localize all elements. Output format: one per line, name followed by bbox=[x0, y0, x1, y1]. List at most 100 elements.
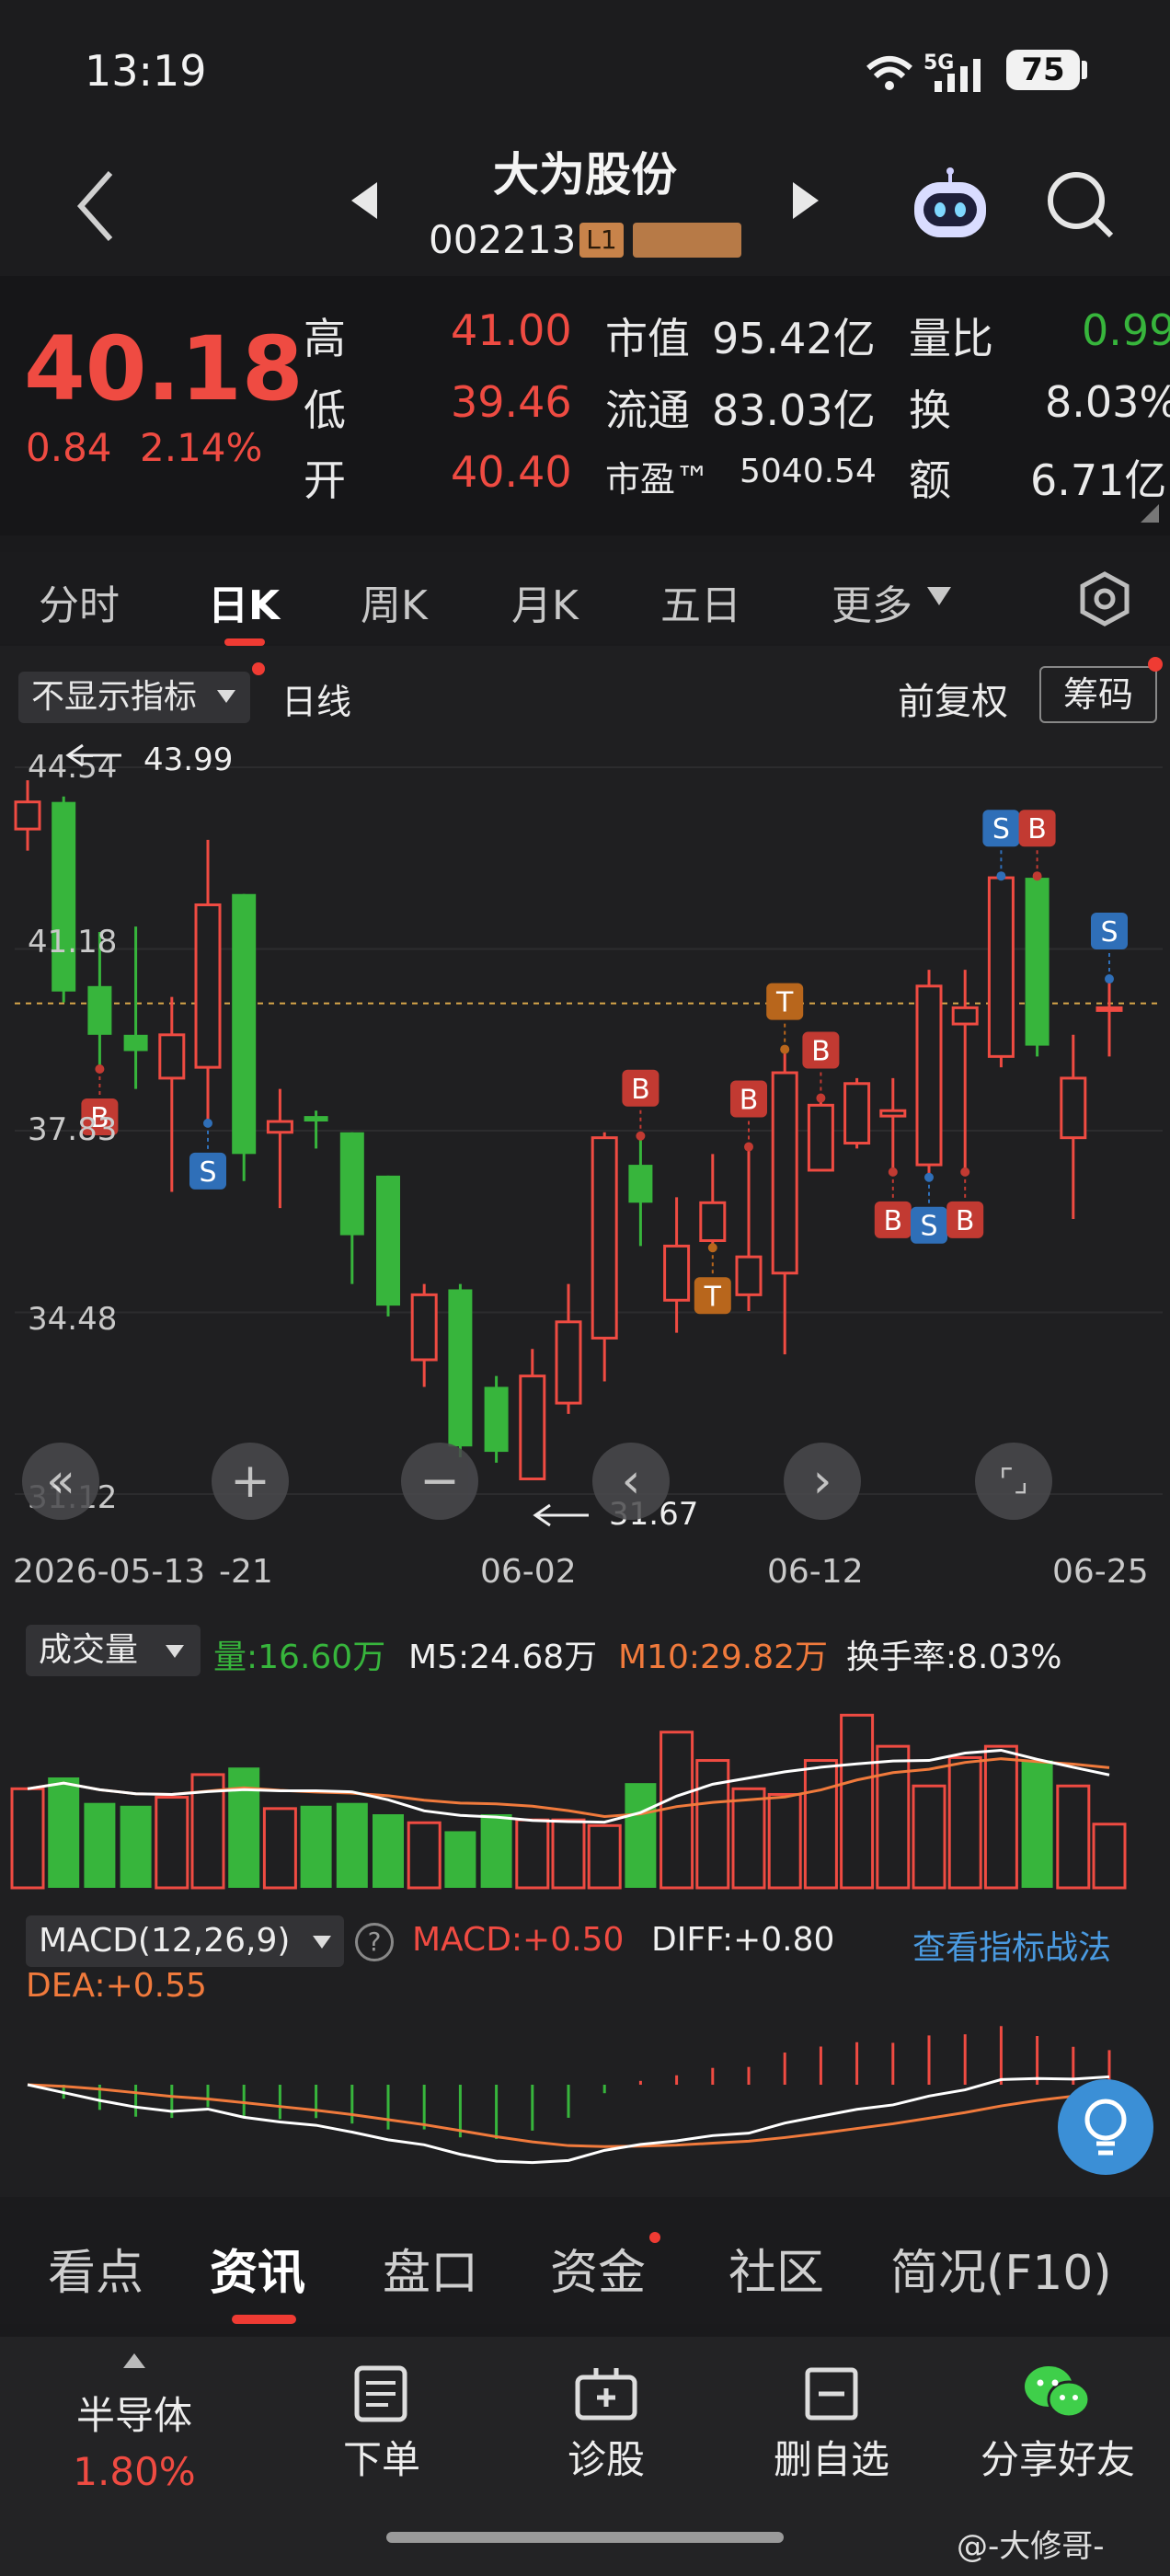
candle-body bbox=[232, 893, 257, 1155]
settings-icon[interactable] bbox=[1076, 570, 1133, 627]
candle-body bbox=[1025, 878, 1050, 1046]
pe-value: 5040.54 bbox=[740, 453, 877, 490]
marker-dot bbox=[996, 871, 1006, 881]
volume-bar bbox=[84, 1802, 116, 1888]
max-arrow-icon bbox=[65, 743, 121, 767]
volume-m10: M10:29.82万 bbox=[618, 1639, 829, 1676]
active-tab-underline bbox=[232, 2315, 296, 2324]
tab-intraday[interactable]: 分时 bbox=[39, 572, 120, 631]
candle-body bbox=[555, 1320, 582, 1405]
candle-body bbox=[484, 1386, 509, 1453]
sector-name[interactable]: 半导体 bbox=[37, 2385, 232, 2441]
candle-body bbox=[158, 1033, 186, 1080]
search-icon[interactable] bbox=[1045, 169, 1115, 239]
indicator-strategy-link[interactable]: 查看指标战法 bbox=[912, 1921, 1111, 1969]
sector-change: 1.80% bbox=[73, 2449, 196, 2494]
candle-body bbox=[448, 1289, 473, 1447]
expand-corner-icon[interactable] bbox=[1141, 504, 1159, 523]
scroll-start-button[interactable]: « bbox=[22, 1443, 99, 1520]
candle-body bbox=[915, 984, 943, 1167]
tab-capital[interactable]: 资金 bbox=[550, 2234, 646, 2303]
share-friends-button[interactable]: 分享好友 bbox=[968, 2429, 1148, 2485]
candle-body bbox=[591, 1136, 618, 1340]
notification-dot bbox=[252, 662, 265, 675]
volume-bar bbox=[10, 1787, 45, 1890]
home-indicator[interactable] bbox=[386, 2532, 784, 2543]
volume-bar bbox=[912, 1784, 946, 1890]
lightbulb-icon bbox=[1084, 2099, 1127, 2156]
adjust-toggle[interactable]: 前复权 bbox=[898, 672, 1008, 725]
tab-more[interactable]: 更多 bbox=[832, 572, 912, 631]
candle-body bbox=[123, 1034, 148, 1052]
watermark: @-大修哥- bbox=[957, 2528, 1105, 2565]
volume-bar bbox=[120, 1805, 152, 1888]
indicator-dropdown-label: 不显示指标 bbox=[31, 678, 198, 716]
candle-body bbox=[699, 1201, 727, 1243]
trade-marker-label: B bbox=[631, 1074, 650, 1106]
trade-marker-label: S bbox=[920, 1211, 937, 1243]
max-price-annotation: 43.99 bbox=[143, 742, 234, 778]
trade-marker-label: B bbox=[740, 1085, 759, 1117]
period-label: 日线 bbox=[281, 682, 352, 722]
candle-body bbox=[771, 1071, 798, 1275]
tab-community[interactable]: 社区 bbox=[728, 2234, 824, 2303]
volume-bar bbox=[515, 1818, 550, 1890]
diagnose-button[interactable]: 诊股 bbox=[528, 2429, 684, 2485]
volume-bar bbox=[444, 1831, 476, 1888]
macd-indicator-dropdown[interactable]: MACD(12,26,9) bbox=[26, 1915, 344, 1967]
volume-chart[interactable] bbox=[0, 1684, 1170, 1895]
volume-dropdown-label: 成交量 bbox=[39, 1631, 139, 1669]
tab-f10-profile[interactable]: 简况(F10) bbox=[890, 2234, 1112, 2303]
price-change-pct: 2.14% bbox=[140, 425, 263, 470]
remove-watchlist-button[interactable]: 删自选 bbox=[749, 2429, 914, 2485]
tab-monthly-k[interactable]: 月K bbox=[511, 572, 579, 631]
stock-name: 大为股份 bbox=[493, 148, 677, 201]
candle-body bbox=[1060, 1076, 1087, 1140]
date-axis-label: 06-02 bbox=[480, 1553, 577, 1591]
marker-dot bbox=[1032, 871, 1042, 881]
help-icon[interactable]: ? bbox=[355, 1923, 394, 1961]
marker-dot bbox=[744, 1142, 753, 1152]
candle-body bbox=[52, 801, 76, 992]
macd-value: MACD:+0.50 bbox=[412, 1921, 625, 1959]
candle-body bbox=[879, 1109, 907, 1118]
chevron-down-icon bbox=[927, 587, 951, 605]
chevron-down-icon bbox=[313, 1936, 331, 1949]
order-button[interactable]: 下单 bbox=[304, 2429, 460, 2485]
tab-order-book[interactable]: 盘口 bbox=[383, 2234, 478, 2303]
candlestick-chart[interactable]: BSBTBTBB S BS BS bbox=[0, 736, 1170, 1564]
tab-highlights[interactable]: 看点 bbox=[48, 2234, 143, 2303]
high-label: 高 bbox=[304, 314, 346, 363]
trade-marker-label: B bbox=[956, 1205, 975, 1237]
candle-body bbox=[304, 1116, 328, 1121]
fullscreen-button[interactable]: ⌜⌟ bbox=[975, 1443, 1052, 1520]
marker-dot bbox=[95, 1064, 105, 1075]
low-label: 低 bbox=[304, 385, 346, 435]
scroll-left-button[interactable]: ‹ bbox=[592, 1443, 670, 1520]
chip-distribution-button[interactable]: 筹码 bbox=[1039, 666, 1157, 723]
zoom-out-button[interactable]: − bbox=[401, 1443, 478, 1520]
volume-bar bbox=[767, 1792, 802, 1890]
marker-dot bbox=[707, 1243, 717, 1253]
macd-chart[interactable] bbox=[0, 1969, 1170, 2190]
tab-daily-k[interactable]: 日K bbox=[208, 572, 280, 631]
candle-body bbox=[339, 1132, 364, 1236]
scroll-right-button[interactable]: › bbox=[784, 1443, 861, 1520]
zoom-in-button[interactable]: + bbox=[212, 1443, 289, 1520]
tab-five-day[interactable]: 五日 bbox=[660, 572, 741, 631]
candle-body bbox=[951, 1006, 979, 1026]
next-stock-icon[interactable] bbox=[791, 180, 820, 221]
tab-weekly-k[interactable]: 周K bbox=[361, 572, 428, 631]
tip-button[interactable] bbox=[1058, 2079, 1153, 2175]
tab-news[interactable]: 资讯 bbox=[210, 2234, 305, 2303]
diagnose-icon bbox=[575, 2368, 637, 2421]
robot-assistant-icon[interactable] bbox=[911, 167, 990, 241]
turnover-label: 换 bbox=[909, 385, 951, 435]
stock-code: 002213 bbox=[429, 217, 577, 262]
volume-bar bbox=[983, 1744, 1018, 1890]
volume-bar bbox=[155, 1796, 189, 1890]
level-badge: L1 bbox=[579, 223, 624, 258]
volume-bar bbox=[1021, 1760, 1053, 1888]
chevron-down-icon bbox=[217, 690, 235, 703]
trade-marker-label: T bbox=[704, 1281, 722, 1313]
